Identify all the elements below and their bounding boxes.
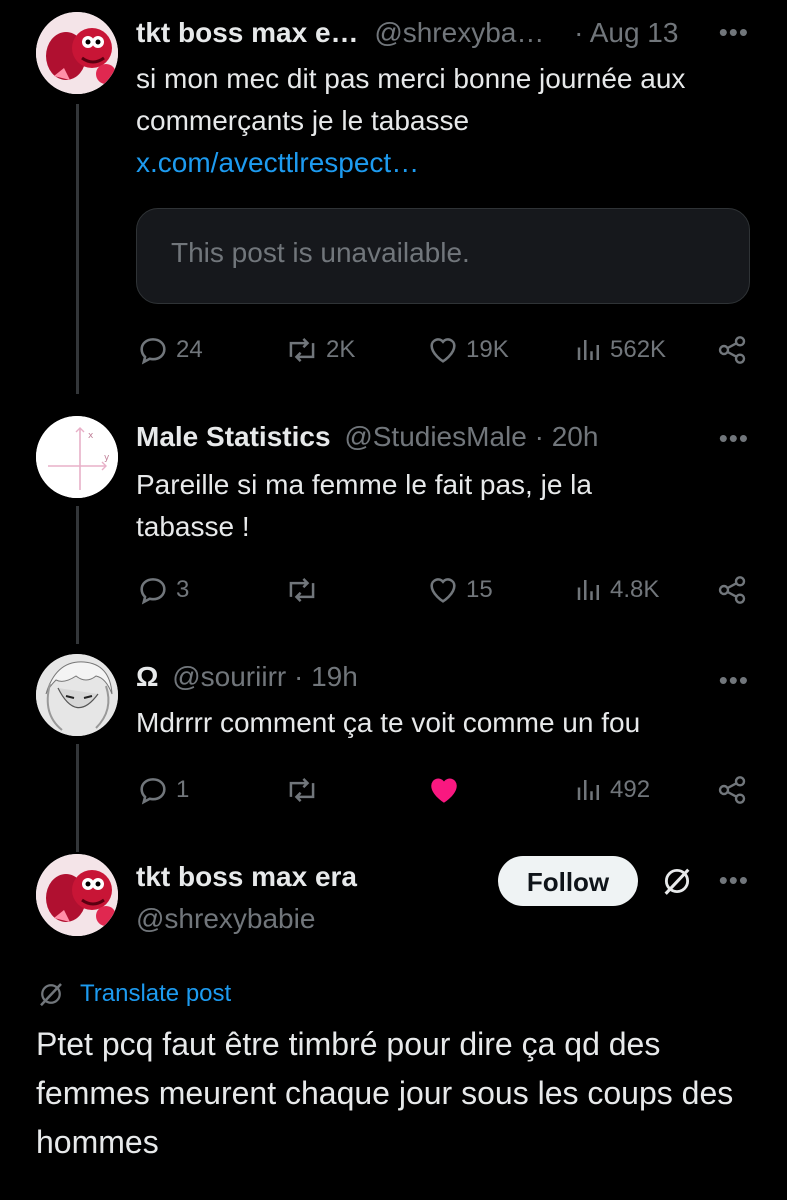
quote-card[interactable]: This post is unavailable. xyxy=(136,208,750,304)
post-text: Pareille si ma femme le fait pas, je la … xyxy=(136,469,592,542)
post-text: Mdrrrr comment ça te voit comme un fou xyxy=(136,707,641,738)
views-icon xyxy=(577,340,599,360)
translate-button[interactable]: Translate post xyxy=(36,978,231,1010)
display-name[interactable]: Ω xyxy=(136,661,158,692)
more-icon[interactable]: ••• xyxy=(719,867,749,893)
post-2[interactable]: x y Male Statistics @StudiesMale · 20h •… xyxy=(0,400,787,640)
repost-icon xyxy=(289,338,315,362)
post-link[interactable]: x.com/avecttlrespect… xyxy=(136,147,419,178)
share-icon xyxy=(718,576,746,604)
reply-count: 24 xyxy=(176,336,203,363)
like-button[interactable] xyxy=(426,770,462,810)
separator: · xyxy=(534,421,544,452)
timestamp[interactable]: 20h xyxy=(552,421,599,452)
reply-icon xyxy=(140,578,166,605)
views-icon xyxy=(577,580,599,600)
views-icon xyxy=(577,780,599,800)
repost-button[interactable] xyxy=(284,570,326,610)
avatar[interactable]: x y xyxy=(36,416,118,498)
separator: · xyxy=(574,17,584,48)
repost-button[interactable]: 2K xyxy=(284,330,355,370)
reply-button[interactable]: 1 xyxy=(136,770,189,810)
svg-text:x: x xyxy=(88,431,94,441)
svg-text:y: y xyxy=(104,453,110,463)
avatar[interactable] xyxy=(36,854,118,936)
share-button[interactable] xyxy=(716,330,748,370)
reply-count: 1 xyxy=(176,776,190,803)
reply-icon xyxy=(140,338,166,365)
reply-count: 3 xyxy=(176,576,190,603)
repost-icon xyxy=(289,578,315,602)
display-name[interactable]: tkt boss max e… xyxy=(136,17,359,48)
reply-icon xyxy=(140,778,166,805)
reply-button[interactable]: 24 xyxy=(136,330,203,370)
main-post-text: Ptet pcq faut être timbré pour dire ça q… xyxy=(36,1026,734,1160)
timestamp[interactable]: 19h xyxy=(311,661,358,692)
post-3[interactable]: Ω @souriirr · 19h ••• Mdrrrr comment ça … xyxy=(0,640,787,840)
share-button[interactable] xyxy=(716,770,748,810)
timestamp[interactable]: Aug 13 xyxy=(590,17,679,48)
separator: · xyxy=(294,661,304,692)
like-icon xyxy=(430,338,456,363)
handle[interactable]: @shrexybabie xyxy=(136,903,315,934)
post-1[interactable]: tkt boss max e… @shrexyba… · Aug 13 ••• … xyxy=(0,0,787,400)
views-count: 562K xyxy=(610,336,667,363)
like-icon-filled xyxy=(431,778,457,803)
like-button[interactable]: 19K xyxy=(426,330,509,370)
more-icon[interactable]: ••• xyxy=(719,425,749,451)
translate-icon xyxy=(40,983,62,1007)
more-icon[interactable]: ••• xyxy=(719,667,749,693)
post-text: si mon mec dit pas merci bonne journée a… xyxy=(136,63,686,136)
handle[interactable]: @StudiesMale xyxy=(344,421,527,452)
display-name[interactable]: Male Statistics xyxy=(136,421,331,452)
views-count: 492 xyxy=(610,776,651,803)
avatar[interactable] xyxy=(36,654,118,736)
views-button[interactable]: 492 xyxy=(574,770,650,810)
like-count: 19K xyxy=(466,336,509,363)
handle[interactable]: @shrexyba… xyxy=(374,17,544,48)
share-icon xyxy=(718,776,746,804)
handle[interactable]: @souriirr xyxy=(172,661,286,692)
repost-count: 2K xyxy=(326,336,356,363)
display-name[interactable]: tkt boss max era xyxy=(136,861,357,892)
follow-button[interactable]: Follow xyxy=(498,856,638,906)
avatar[interactable] xyxy=(36,12,118,94)
grok-slash-icon[interactable] xyxy=(660,864,694,903)
unavailable-text: This post is unavailable. xyxy=(171,237,470,268)
like-icon xyxy=(430,578,456,603)
reply-button[interactable]: 3 xyxy=(136,570,189,610)
share-button[interactable] xyxy=(716,570,748,610)
like-count: 15 xyxy=(466,576,493,603)
like-button[interactable]: 15 xyxy=(426,570,493,610)
views-button[interactable]: 562K xyxy=(574,330,666,370)
repost-icon xyxy=(289,778,315,802)
repost-button[interactable] xyxy=(284,770,320,810)
share-icon xyxy=(718,336,746,364)
translate-label[interactable]: Translate post xyxy=(80,980,231,1008)
views-button[interactable]: 4.8K xyxy=(574,570,659,610)
views-count: 4.8K xyxy=(610,576,660,603)
more-icon[interactable]: ••• xyxy=(719,19,749,45)
